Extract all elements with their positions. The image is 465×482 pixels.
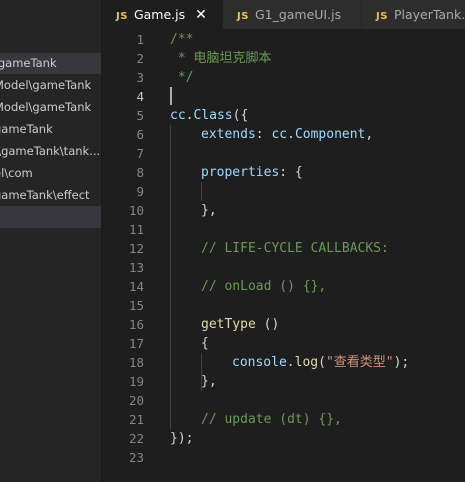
explorer-item[interactable]: Model\gameTank	[0, 97, 101, 118]
explorer-item[interactable]: Model\gameTank	[0, 75, 101, 96]
line-number: 15	[128, 298, 144, 313]
code-token: extends	[201, 127, 256, 142]
code-token: Component	[294, 127, 366, 142]
code-token: .	[287, 127, 295, 142]
code-token: properties	[201, 165, 280, 180]
line-number: 3	[136, 70, 144, 85]
code-token: console	[232, 355, 287, 370]
code-line: properties: {	[201, 163, 303, 182]
sidebar-header	[0, 0, 101, 30]
line-number: 21	[128, 412, 144, 427]
code-line: * 电脑坦克脚本	[170, 51, 272, 66]
code-line: {	[201, 336, 209, 351]
code-token: Class	[193, 108, 233, 123]
code-token: cc	[271, 127, 288, 142]
line-number: 8	[136, 165, 144, 180]
line-number: 7	[136, 146, 144, 161]
line-number: 11	[128, 222, 144, 237]
explorer-item[interactable]: el\com	[0, 163, 101, 184]
code-line: // onLoad () {},	[201, 279, 327, 294]
code-token: :	[255, 127, 272, 142]
code-token: : {	[279, 165, 303, 180]
line-number: 22	[128, 431, 144, 446]
explorer-sidebar: \gameTank Model\gameTank Model\gameTank …	[0, 0, 101, 482]
text-cursor	[170, 87, 172, 105]
explorer-item[interactable]: \gameTank	[0, 53, 101, 74]
tab-game-js[interactable]: JS Game.js ✕	[102, 0, 223, 29]
line-number: 6	[136, 127, 144, 142]
code-line: },	[201, 374, 217, 389]
line-number: 23	[128, 450, 144, 465]
line-number: 16	[128, 317, 144, 332]
code-token: log	[294, 355, 319, 370]
code-line: console.log("查看类型");	[232, 353, 409, 372]
tab-g1-gameui-js[interactable]: JS G1_gameUI.js	[223, 0, 361, 29]
explorer-item[interactable]: gameTank	[0, 119, 101, 140]
line-number: 2	[136, 51, 144, 66]
code-line: // update (dt) {},	[201, 412, 342, 427]
close-icon[interactable]: ✕	[195, 7, 207, 23]
code-token: ()	[255, 317, 280, 332]
javascript-file-icon: JS	[376, 11, 388, 22]
line-number: 13	[128, 260, 144, 275]
line-number: 9	[136, 184, 144, 199]
code-line: /**	[170, 32, 194, 47]
line-number: 1	[136, 32, 144, 47]
code-line: */	[170, 70, 194, 85]
indent-guide	[170, 125, 171, 429]
code-token: .	[286, 355, 295, 370]
code-line: },	[201, 203, 217, 218]
code-token: ,	[365, 127, 374, 142]
code-line: });	[170, 431, 194, 446]
explorer-item-highlight[interactable]	[0, 206, 101, 228]
line-number: 19	[128, 374, 144, 389]
tab-label: G1_gameUI.js	[254, 7, 342, 22]
explorer-item[interactable]: gameTank\effect	[0, 185, 101, 206]
code-token: cc	[170, 108, 186, 123]
code-token: ({	[232, 108, 249, 123]
explorer-item[interactable]: l\gameTank\tank...	[0, 141, 101, 162]
line-number: 5	[136, 108, 144, 123]
indent-guide	[201, 182, 202, 201]
editor-tab-bar: JS Game.js ✕ JS G1_gameUI.js JS PlayerTank.j…	[102, 0, 465, 29]
code-line: // LIFE-CYCLE CALLBACKS:	[201, 241, 389, 256]
code-editor[interactable]: 1 2 3 4 5 6 7 8 9 10 11 12 13 14 15 16 1…	[102, 29, 465, 482]
code-line: getType ()	[201, 315, 279, 334]
line-number: 14	[128, 279, 144, 294]
line-number: 18	[128, 355, 144, 370]
javascript-file-icon: JS	[237, 11, 249, 22]
code-line: extends: cc.Component,	[201, 125, 373, 144]
line-number: 17	[128, 336, 144, 351]
javascript-file-icon: JS	[116, 11, 128, 22]
line-number: 12	[128, 241, 144, 256]
code-token: "查看类型"	[325, 355, 394, 370]
code-token: (	[318, 355, 326, 370]
tab-label: PlayerTank.js	[393, 7, 465, 22]
code-token: );	[393, 355, 410, 370]
tab-label: Game.js	[133, 7, 186, 22]
code-token: getType	[201, 317, 256, 332]
line-number: 20	[128, 393, 144, 408]
code-line: cc.Class({	[170, 106, 248, 125]
tab-playertank-js[interactable]: JS PlayerTank.js	[362, 0, 465, 29]
line-number: 4	[136, 89, 144, 104]
line-number: 10	[128, 203, 144, 218]
